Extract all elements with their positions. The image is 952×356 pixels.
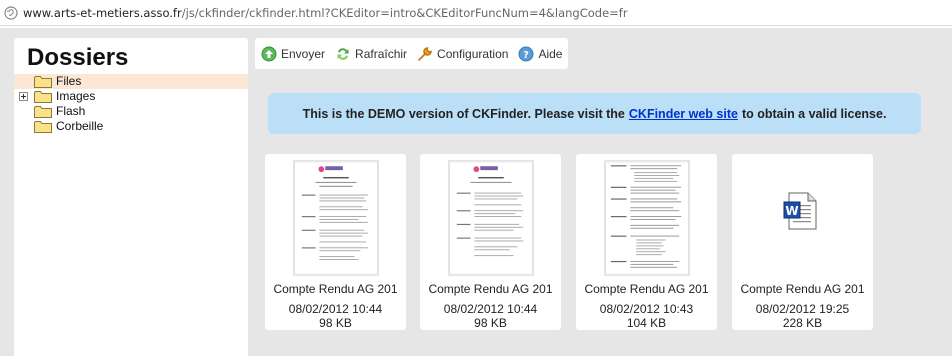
settings-button[interactable]: Configuration [417,46,508,62]
document-thumbnail-icon [293,160,379,276]
file-name: Compte Rendu AG 201 [584,282,709,296]
file-name: Compte Rendu AG 201 [740,282,865,296]
word-document-icon: W [783,192,817,230]
folder-item-images[interactable]: Images [14,89,248,104]
upload-button[interactable]: Envoyer [261,46,325,62]
file-date: 08/02/2012 10:44 [443,302,538,316]
file-date: 08/02/2012 10:43 [599,302,694,316]
banner-text-after: to obtain a valid license. [741,106,887,121]
folder-icon [34,121,52,133]
ckfinder-frame: Dossiers Files Images Flash Corbeille En… [0,28,952,356]
banner-text-before: This is the DEMO version of CKFinder. Pl… [302,106,625,121]
folder-label: Flash [56,104,86,118]
file-tile[interactable]: Compte Rendu AG 201 08/02/2012 10:43 104… [576,154,717,330]
folder-icon [34,106,52,118]
folder-tree: Files Images Flash Corbeille [14,74,248,134]
refresh-label: Rafraîchir [355,46,408,61]
folders-title: Dossiers [27,44,129,71]
ckfinder-website-link[interactable]: CKFinder web site [629,107,738,121]
file-size: 98 KB [474,316,507,330]
svg-text:?: ? [524,50,530,61]
folder-icon [34,76,52,88]
folder-label: Corbeille [56,119,104,133]
file-name: Compte Rendu AG 201 [428,282,553,296]
file-tile[interactable]: Compte Rendu AG 201 08/02/2012 10:44 98 … [420,154,561,330]
settings-label: Configuration [437,46,509,61]
url-domain: www.arts-et-metiers.asso.fr [23,5,182,20]
document-thumbnail-icon [604,160,690,276]
file-thumbnail [293,160,379,276]
help-button[interactable]: ? Aide [518,46,562,62]
file-thumbnail [604,160,690,276]
file-date: 08/02/2012 19:25 [755,302,850,316]
file-tile[interactable]: W Compte Rendu AG 201 08/02/2012 19:25 2… [732,154,873,330]
file-tile[interactable]: Compte Rendu AG 201 08/02/2012 10:44 98 … [265,154,406,330]
folder-icon [34,91,52,103]
file-name: Compte Rendu AG 201 [273,282,398,296]
help-label: Aide [538,46,563,61]
folder-item-flash[interactable]: Flash [14,104,248,119]
document-thumbnail-icon [448,160,534,276]
file-date: 08/02/2012 10:44 [288,302,383,316]
url-text: www.arts-et-metiers.asso.fr/js/ckfinder/… [23,6,628,20]
file-size: 98 KB [319,316,352,330]
refresh-button[interactable]: Rafraîchir [335,46,407,62]
file-size: 104 KB [626,316,667,330]
folder-label: Images [56,89,96,103]
wrench-icon [418,46,432,61]
folder-label: Files [56,74,82,88]
toolbar: Envoyer Rafraîchir Configuration ? Aide [255,38,569,69]
demo-license-banner: This is the DEMO version of CKFinder. Pl… [268,93,921,134]
refresh-icon [337,47,349,60]
folders-panel: Dossiers Files Images Flash Corbeille [14,38,248,356]
help-icon: ? [518,46,534,61]
upload-icon [261,46,277,61]
folder-item-corbeille[interactable]: Corbeille [14,119,248,134]
file-thumbnail [448,160,534,276]
url-path: /js/ckfinder/ckfinder.html?CKEditor=intr… [181,5,628,20]
folder-item-files[interactable]: Files [14,74,248,89]
address-bar[interactable]: www.arts-et-metiers.asso.fr/js/ckfinder/… [0,0,952,26]
file-size: 228 KB [782,316,823,330]
expand-icon[interactable] [19,92,28,101]
upload-label: Envoyer [281,46,326,61]
svg-text:W: W [785,204,798,218]
globe-icon [4,5,18,20]
